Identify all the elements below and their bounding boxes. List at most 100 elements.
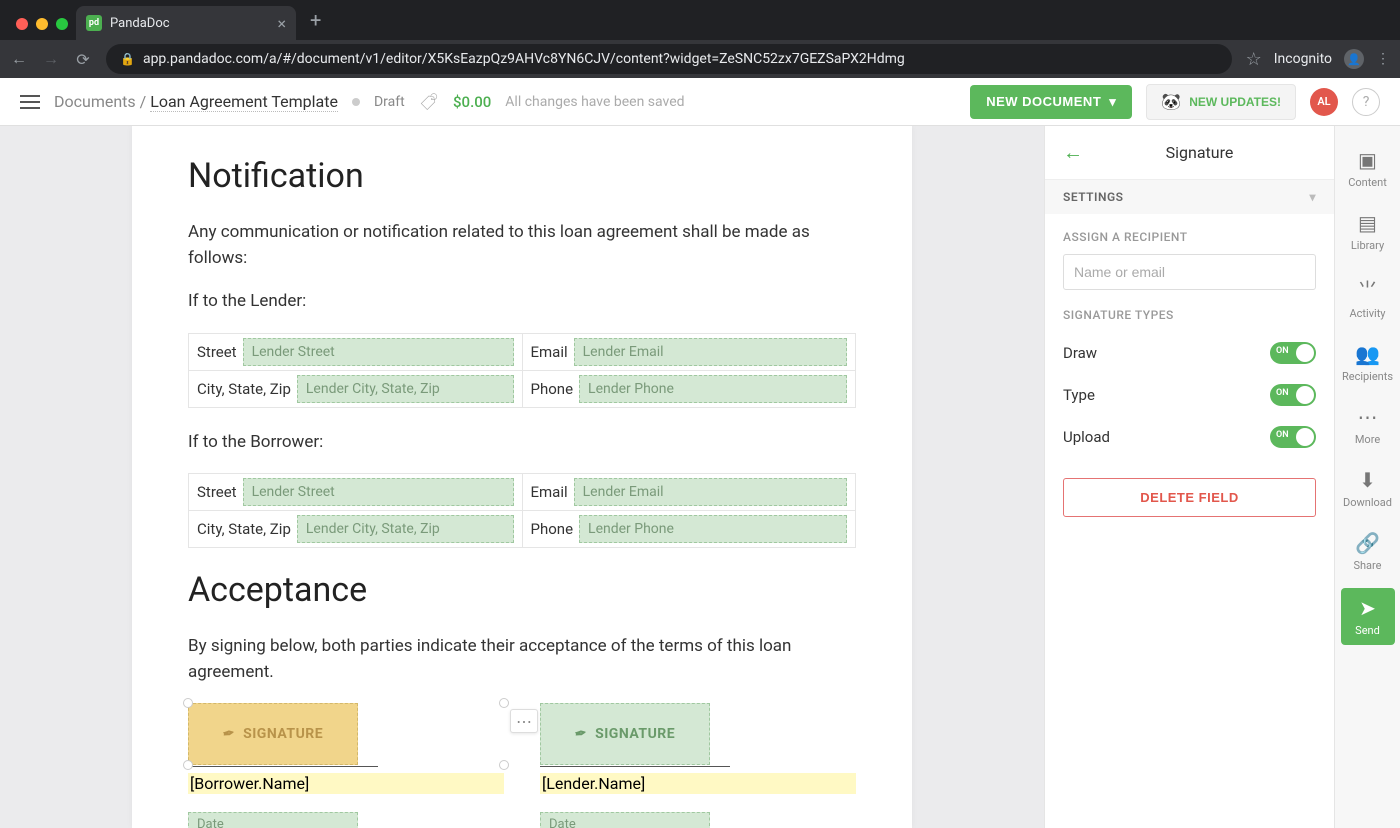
forward-icon[interactable]: → (42, 49, 60, 69)
field-lender-city[interactable]: Lender City, State, Zip (297, 375, 514, 403)
pen-icon: ✒ (222, 725, 237, 743)
field-lender-street[interactable]: Lender Street (243, 338, 514, 366)
signature-row: ✒ SIGNATURE ⋯ [Borrower.Name] Date Date (188, 703, 856, 828)
resize-handle-icon[interactable] (499, 698, 509, 708)
field-borrower-date[interactable]: Date (188, 812, 358, 828)
toggle-upload[interactable]: ON (1270, 426, 1316, 448)
lender-signature-column: ✒ SIGNATURE [Lender.Name] Date Date (540, 703, 856, 828)
sig-type-draw-row: Draw ON (1063, 332, 1316, 374)
field-borrower-phone[interactable]: Lender Phone (579, 515, 847, 543)
field-borrower-email[interactable]: Lender Email (574, 478, 847, 506)
rail-content[interactable]: ▣ Content (1335, 138, 1400, 199)
signature-types-label: SIGNATURE TYPES (1063, 308, 1316, 322)
more-icon: ⋯ (1358, 405, 1378, 429)
breadcrumb-root[interactable]: Documents (54, 92, 136, 111)
rail-more[interactable]: ⋯ More (1335, 395, 1400, 456)
lock-icon: 🔒 (120, 52, 135, 66)
document-canvas[interactable]: Notification Any communication or notifi… (0, 126, 1044, 828)
close-tab-icon[interactable]: × (277, 14, 286, 33)
breadcrumb: Documents / Loan Agreement Template (54, 92, 338, 111)
label-email: Email (531, 343, 568, 361)
panel-title: Signature (1083, 143, 1316, 162)
field-lender-date[interactable]: Date (540, 812, 710, 828)
borrower-contact-table: Street Lender Street Email Lender Email … (188, 473, 856, 548)
paragraph-accept: By signing below, both parties indicate … (188, 634, 856, 685)
label-street: Street (197, 483, 237, 501)
signature-field-borrower[interactable]: ✒ SIGNATURE (188, 703, 358, 765)
panda-icon: 🐼 (1161, 92, 1181, 112)
share-icon: 🔗 (1355, 531, 1380, 555)
download-icon: ⬇ (1359, 468, 1376, 492)
field-lender-email[interactable]: Lender Email (574, 338, 847, 366)
send-icon: ➤ (1359, 596, 1376, 620)
new-updates-button[interactable]: 🐼 NEW UPDATES! (1146, 84, 1296, 120)
borrower-signature-block-selected[interactable]: ✒ SIGNATURE ⋯ (188, 703, 504, 765)
rail-library[interactable]: ▤ Library (1335, 201, 1400, 262)
pen-icon: ✒ (574, 725, 589, 743)
resize-handle-icon[interactable] (183, 698, 193, 708)
status-dot-icon (352, 98, 360, 106)
borrower-name-token[interactable]: [Borrower.Name] (188, 773, 504, 794)
field-borrower-street[interactable]: Lender Street (243, 478, 514, 506)
url-input[interactable]: 🔒 app.pandadoc.com/a/#/document/v1/edito… (106, 44, 1232, 74)
sig-type-type-row: Type ON (1063, 374, 1316, 416)
settings-section-header[interactable]: SETTINGS ▾ (1045, 180, 1334, 214)
avatar[interactable]: AL (1310, 88, 1338, 116)
library-icon: ▤ (1358, 211, 1377, 235)
borrower-signature-column: ✒ SIGNATURE ⋯ [Borrower.Name] Date Date (188, 703, 504, 828)
help-icon[interactable]: ? (1352, 88, 1380, 116)
lender-name-token[interactable]: [Lender.Name] (540, 773, 856, 794)
heading-acceptance: Acceptance (188, 570, 856, 610)
new-document-button[interactable]: NEW DOCUMENT ▾ (970, 85, 1132, 119)
status-badge: Draft (374, 94, 405, 110)
back-icon[interactable]: ← (10, 49, 28, 69)
bookmark-icon[interactable]: ☆ (1246, 49, 1262, 70)
tool-rail: ▣ Content ▤ Library ⺌ Activity 👥 Recipie… (1334, 126, 1400, 828)
tag-icon[interactable]: 🏷 (419, 91, 438, 111)
maximize-window-icon[interactable] (56, 18, 68, 30)
browser-tab[interactable]: pd PandaDoc × (76, 6, 296, 40)
paragraph-lender: If to the Lender: (188, 289, 856, 315)
content-icon: ▣ (1358, 148, 1377, 172)
delete-field-button[interactable]: DELETE FIELD (1063, 478, 1316, 517)
back-arrow-icon[interactable]: ← (1063, 140, 1083, 165)
save-status: All changes have been saved (505, 94, 684, 110)
document-name[interactable]: Loan Agreement Template (150, 92, 338, 112)
rail-send[interactable]: ➤ Send (1341, 588, 1395, 645)
rail-activity[interactable]: ⺌ Activity (1335, 264, 1400, 330)
label-phone: Phone (531, 380, 574, 398)
field-lender-phone[interactable]: Lender Phone (579, 375, 847, 403)
rail-download[interactable]: ⬇ Download (1335, 458, 1400, 519)
rail-share[interactable]: 🔗 Share (1335, 521, 1400, 582)
properties-header: ← Signature (1045, 126, 1334, 180)
close-window-icon[interactable] (16, 18, 28, 30)
recipient-input[interactable] (1063, 254, 1316, 290)
incognito-label: Incognito (1274, 51, 1332, 67)
incognito-icon: 👤 (1344, 49, 1364, 69)
label-street: Street (197, 343, 237, 361)
recipients-icon: 👥 (1355, 342, 1380, 366)
chevron-down-icon: ▾ (1309, 190, 1316, 204)
signature-field-lender[interactable]: ✒ SIGNATURE (540, 703, 710, 765)
browser-menu-icon[interactable]: ⋮ (1376, 51, 1390, 67)
field-borrower-city[interactable]: Lender City, State, Zip (297, 515, 514, 543)
minimize-window-icon[interactable] (36, 18, 48, 30)
label-phone: Phone (531, 520, 574, 538)
table-row: Street Lender Street Email Lender Email (189, 474, 855, 510)
table-row: City, State, Zip Lender City, State, Zip… (189, 370, 855, 407)
table-row: Street Lender Street Email Lender Email (189, 334, 855, 370)
paragraph-borrower: If to the Borrower: (188, 430, 856, 456)
resize-handle-icon[interactable] (183, 760, 193, 770)
toggle-type[interactable]: ON (1270, 384, 1316, 406)
new-tab-button[interactable]: + (296, 8, 335, 40)
reload-icon[interactable]: ⟳ (74, 50, 92, 69)
hamburger-menu-icon[interactable] (20, 95, 40, 109)
toggle-draw[interactable]: ON (1270, 342, 1316, 364)
field-context-menu-button[interactable]: ⋯ (510, 709, 538, 733)
rail-recipients[interactable]: 👥 Recipients (1335, 332, 1400, 393)
label-city: City, State, Zip (197, 520, 291, 538)
resize-handle-icon[interactable] (499, 760, 509, 770)
heading-notification: Notification (188, 156, 856, 196)
tab-strip: pd PandaDoc × + (0, 0, 1400, 40)
label-city: City, State, Zip (197, 380, 291, 398)
